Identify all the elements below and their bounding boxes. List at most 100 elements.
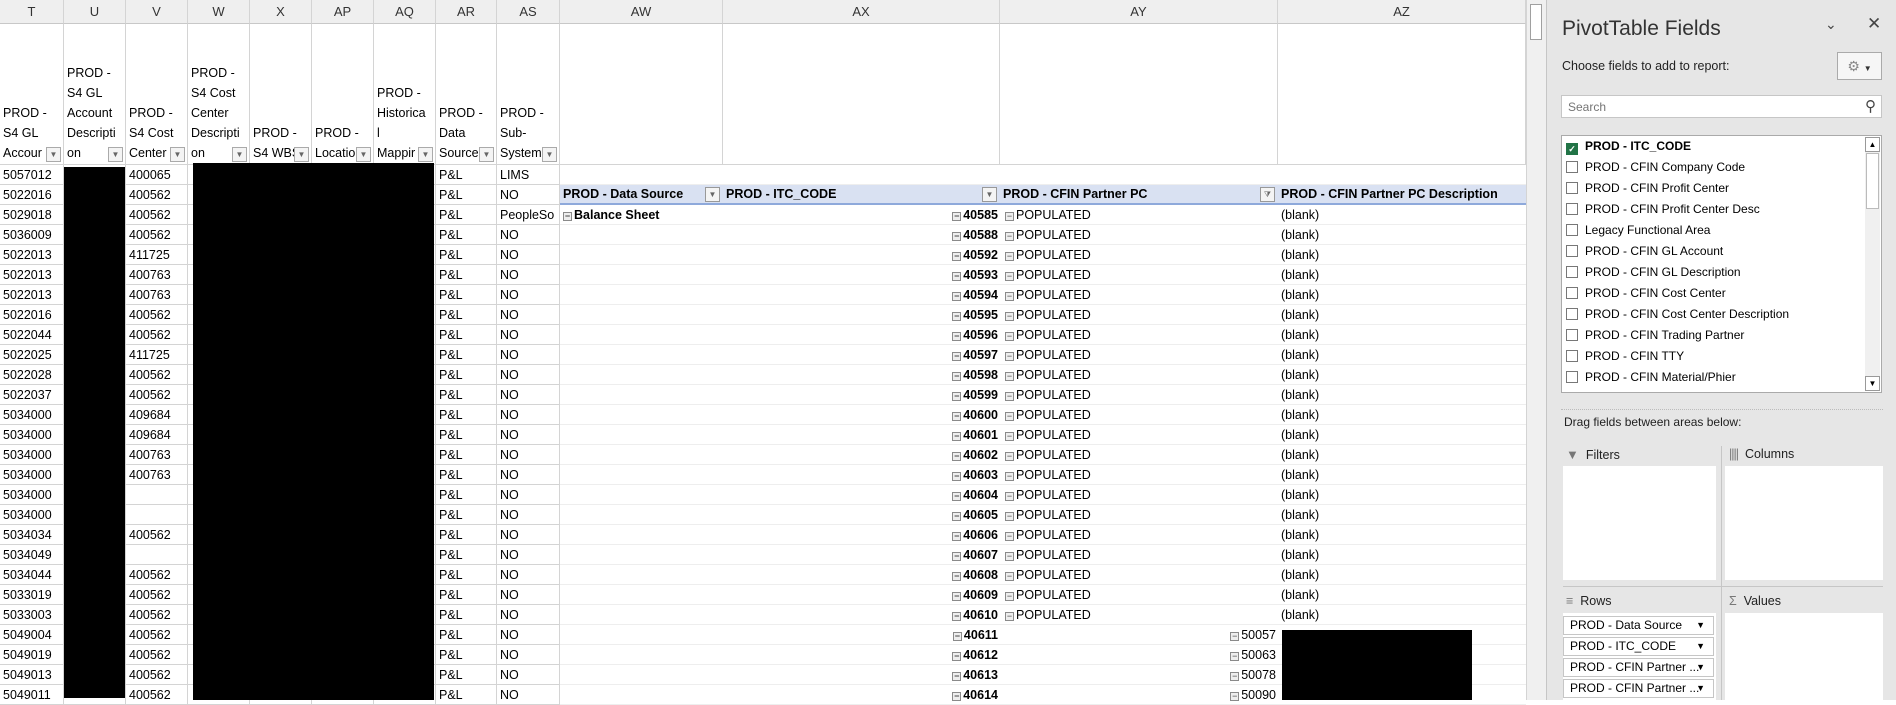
cell-t[interactable]: 5022016 [0,305,64,325]
collapse-icon[interactable]: − [1005,572,1014,581]
cell-t[interactable]: 5034044 [0,565,64,585]
cell-ar[interactable]: P&L [436,645,497,665]
column-header-ay[interactable]: AY [1000,0,1278,24]
cell-as[interactable]: NO [497,485,560,505]
cell[interactable] [560,345,723,365]
cell-t[interactable]: 5022037 [0,385,64,405]
row-filter-dropdown[interactable]: ▼ [705,187,720,202]
collapse-icon[interactable]: − [1230,652,1240,661]
field-list-item[interactable]: PROD - CFIN Material/Phier [1566,367,1736,388]
cell-ar[interactable]: P&L [436,585,497,605]
cell[interactable] [560,625,723,645]
collapse-icon[interactable]: − [952,452,962,461]
cell-t[interactable]: 5049011 [0,685,64,705]
cell[interactable] [560,485,723,505]
cell-ar[interactable]: P&L [436,245,497,265]
cell-as[interactable]: LIMS [497,165,560,185]
column-header-t[interactable]: T [0,0,64,24]
cell-v[interactable]: 400562 [126,585,188,605]
collapse-icon[interactable]: − [952,292,962,301]
filter-dropdown-button[interactable]: ▼ [170,147,185,162]
cell-t[interactable]: 5049013 [0,665,64,685]
cell-v[interactable]: 400562 [126,325,188,345]
cell-as[interactable]: NO [497,325,560,345]
cell-as[interactable]: NO [497,405,560,425]
rows-field-item[interactable]: PROD - CFIN Partner ... ▼ [1563,679,1714,698]
caret-down-icon[interactable]: ▼ [1696,680,1705,697]
cell-ar[interactable]: P&L [436,325,497,345]
cell-v[interactable]: 411725 [126,345,188,365]
collapse-icon[interactable]: − [952,472,962,481]
cell-t[interactable]: 5034000 [0,505,64,525]
cell[interactable] [560,285,723,305]
caret-down-icon[interactable]: ▼ [1696,638,1705,655]
cell-v[interactable]: 400562 [126,565,188,585]
cell-as[interactable]: NO [497,625,560,645]
filter-dropdown-button[interactable]: ▼ [46,147,61,162]
cell-as[interactable]: NO [497,585,560,605]
cell-as[interactable]: NO [497,425,560,445]
collapse-icon[interactable]: − [952,572,962,581]
cell-v[interactable]: 400763 [126,445,188,465]
cell-v[interactable]: 400562 [126,385,188,405]
scroll-up-icon[interactable]: ▲ [1865,137,1880,152]
cell-ar[interactable]: P&L [436,445,497,465]
cell-ar[interactable]: P&L [436,345,497,365]
cell-t[interactable]: 5022013 [0,285,64,305]
cell-as[interactable]: NO [497,265,560,285]
cell[interactable] [560,525,723,545]
cell[interactable] [723,165,1000,185]
field-list-item[interactable]: PROD - CFIN Cost Center [1566,283,1726,304]
checkbox[interactable] [1566,329,1578,341]
filter-dropdown-button[interactable]: ▼ [418,147,433,162]
cell-as[interactable]: NO [497,645,560,665]
collapse-icon[interactable]: − [1005,272,1014,281]
cell-as[interactable]: NO [497,185,560,205]
filters-area[interactable] [1563,466,1716,580]
collapse-icon[interactable]: − [952,672,962,681]
cell-ar[interactable]: P&L [436,665,497,685]
cell-t[interactable]: 5034049 [0,545,64,565]
cell-as[interactable]: NO [497,365,560,385]
cell-t[interactable]: 5033019 [0,585,64,605]
cell-v[interactable]: 400562 [126,365,188,385]
filter-dropdown-button[interactable]: ▼ [294,147,309,162]
cell-t[interactable]: 5022016 [0,185,64,205]
collapse-icon[interactable]: − [1005,452,1014,461]
cell-ar[interactable]: P&L [436,565,497,585]
collapse-icon[interactable]: − [1005,432,1014,441]
cell[interactable] [560,505,723,525]
cell-v[interactable]: 400562 [126,525,188,545]
collapse-icon[interactable]: − [952,212,962,221]
cell[interactable] [1000,165,1278,185]
cell[interactable] [560,465,723,485]
cell-ar[interactable]: P&L [436,525,497,545]
checkbox[interactable] [1566,371,1578,383]
collapse-icon[interactable]: − [952,232,962,241]
collapse-icon[interactable]: − [952,252,962,261]
cell-t[interactable]: 5034000 [0,405,64,425]
scroll-down-icon[interactable]: ▼ [1865,376,1880,391]
column-header-x[interactable]: X [250,0,312,24]
cell[interactable] [560,325,723,345]
filter-dropdown-button[interactable]: ▼ [108,147,123,162]
filter-applied-icon[interactable]: ⧩ [1260,187,1275,202]
cell-as[interactable]: NO [497,225,560,245]
cell[interactable] [560,165,723,185]
cell-t[interactable]: 5033003 [0,605,64,625]
tools-gear-button[interactable]: ⚙ ▼ [1837,52,1882,80]
collapse-icon[interactable]: − [1005,212,1014,221]
collapse-icon[interactable]: − [1005,232,1014,241]
collapse-icon[interactable]: − [563,212,572,221]
cell-ar[interactable]: P&L [436,205,497,225]
cell-v[interactable]: 411725 [126,245,188,265]
cell-v[interactable]: 400562 [126,645,188,665]
cell-v[interactable] [126,505,188,525]
columns-area[interactable] [1725,466,1883,580]
collapse-icon[interactable]: − [1005,312,1014,321]
cell-ar[interactable]: P&L [436,365,497,385]
checkbox[interactable] [1566,161,1578,173]
rows-field-item[interactable]: PROD - Data Source ▼ [1563,616,1714,635]
field-list-item[interactable]: PROD - CFIN Company Code [1566,157,1745,178]
collapse-icon[interactable]: − [952,552,962,561]
